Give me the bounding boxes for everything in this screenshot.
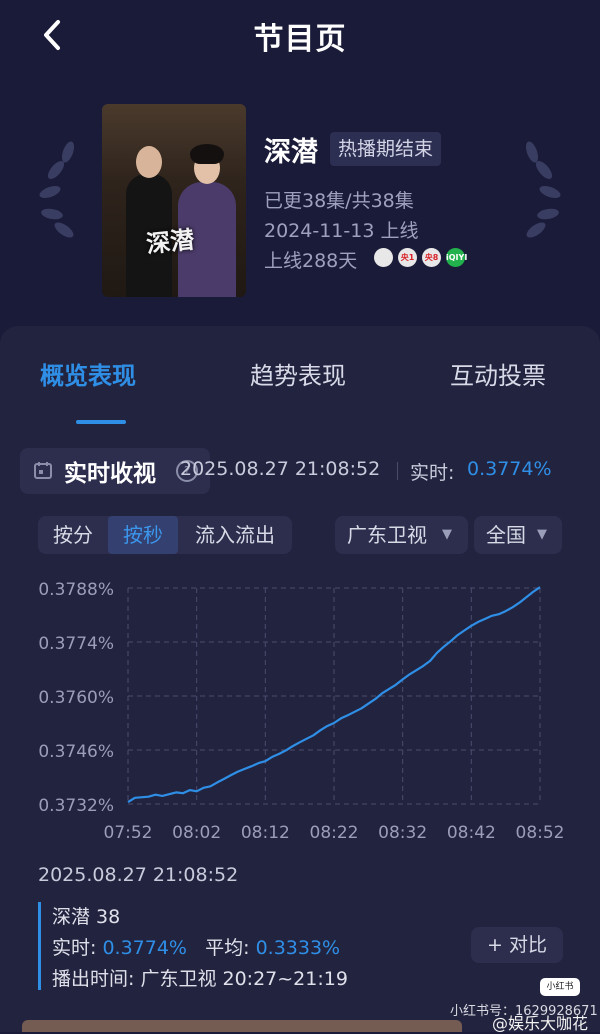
cctv1-logo-icon: 央1 [398, 248, 417, 267]
tab-active-indicator [76, 420, 126, 424]
detail-values-row: 实时: 0.3774% 平均: 0.3333% [52, 933, 340, 960]
tab-overview[interactable]: 概览表现 [40, 356, 136, 391]
poster-head-man [136, 146, 162, 178]
iqiyi-logo-icon: iQIYI [446, 248, 467, 267]
x-tick-label: 08:22 [310, 823, 359, 843]
caret-down-icon: ▼ [537, 527, 547, 542]
detail-realtime-label: 实时: [52, 937, 97, 959]
detail-airtime-value: 广东卫视 20:27~21:19 [140, 968, 348, 990]
guangdong-tv-logo-icon [374, 248, 393, 267]
weibo-watermark: @娱乐大咖花 [492, 1014, 589, 1033]
platform-logos: 央1 央8 iQIYI [374, 248, 467, 267]
divider [397, 462, 398, 480]
realtime-value: 0.3774% [467, 458, 552, 480]
ratings-line-chart[interactable]: 0.3788% 0.3774% 0.3760% 0.3746% 0.3732% 07:52… [30, 570, 570, 850]
region-dropdown-label: 全国 [486, 523, 526, 547]
channel-dropdown-label: 广东卫视 [347, 523, 427, 547]
poster-hair-woman [190, 144, 224, 164]
top-bar: 节目页 [0, 0, 600, 70]
detail-airtime-label: 播出时间: [52, 968, 135, 990]
x-tick-label: 07:52 [104, 823, 153, 843]
y-tick-label: 0.3774% [38, 634, 114, 654]
x-tick-label: 08:12 [241, 823, 290, 843]
poster-title: 深潜 [144, 224, 196, 259]
y-tick-label: 0.3746% [38, 742, 114, 762]
detail-accent-bar [38, 902, 41, 990]
detail-average-label: 平均: [205, 937, 250, 959]
status-badge: 热播期结束 [330, 132, 442, 166]
detail-airtime-row: 播出时间: 广东卫视 20:27~21:19 [52, 964, 348, 991]
tab-trend[interactable]: 趋势表现 [250, 356, 346, 391]
caret-down-icon: ▼ [442, 527, 452, 542]
detail-timestamp: 2025.08.27 21:08:52 [38, 864, 239, 886]
segment-by-minute[interactable]: 按分 [38, 516, 108, 554]
segment-by-second[interactable]: 按秒 [108, 516, 178, 554]
days-online: 上线288天 [264, 250, 358, 272]
bottom-banner-edge [22, 1020, 462, 1032]
y-tick-label: 0.3732% [38, 796, 114, 816]
channel-dropdown[interactable]: 广东卫视 ▼ [335, 516, 468, 554]
show-poster[interactable]: 深潜 [102, 104, 246, 297]
realtime-timestamp: 2025.08.27 21:08:52 [180, 458, 381, 480]
segment-flow[interactable]: 流入流出 [178, 516, 292, 554]
laurel-right-icon [525, 141, 561, 238]
xiaohongshu-badge: 小红书 [540, 978, 580, 996]
laurel-left-icon [39, 141, 75, 238]
calendar-icon [34, 462, 52, 479]
x-tick-label: 08:42 [447, 823, 496, 843]
premiere-date: 2024-11-13 上线 [264, 220, 419, 242]
page-title: 节目页 [253, 22, 347, 57]
show-name: 深潜 [264, 137, 318, 168]
compare-button[interactable]: + 对比 [471, 927, 563, 963]
cctv8-logo-icon: 央8 [422, 248, 441, 267]
realtime-label: 实时: [410, 462, 455, 484]
episode-count: 已更38集/共38集 [264, 190, 414, 212]
realtime-title: 实时收视 [64, 461, 156, 487]
detail-series-name: 深潜 38 [52, 906, 121, 928]
x-tick-label: 08:32 [378, 823, 427, 843]
x-tick-label: 08:52 [516, 823, 565, 843]
region-dropdown[interactable]: 全国 ▼ [474, 516, 562, 554]
detail-average-value: 0.3333% [255, 937, 341, 959]
tab-vote[interactable]: 互动投票 [450, 356, 546, 391]
y-tick-label: 0.3788% [38, 580, 114, 600]
x-tick-label: 08:02 [172, 823, 221, 843]
y-tick-label: 0.3760% [38, 688, 114, 708]
detail-realtime-value: 0.3774% [102, 937, 187, 959]
